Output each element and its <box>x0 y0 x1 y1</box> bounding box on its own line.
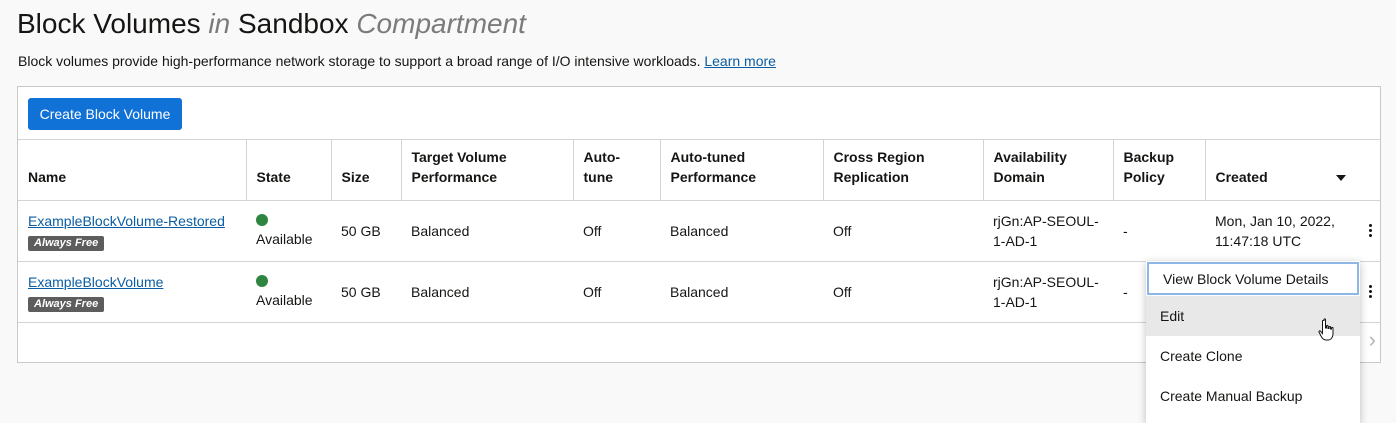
cell-name: ExampleBlockVolume-Restored Always Free <box>18 200 246 262</box>
table-header-row: Name State Size Target Volume Performanc… <box>18 139 1380 201</box>
menu-item-create-manual-backup[interactable]: Create Manual Backup <box>1146 376 1360 416</box>
hand-pointer-icon <box>1318 318 1334 341</box>
cell-state: Available <box>246 261 331 323</box>
row-actions-kebab-icon[interactable] <box>1360 218 1380 242</box>
cell-target-performance: Balanced <box>401 200 573 262</box>
cell-auto-tuned-performance: Balanced <box>660 261 823 323</box>
menu-item-view-details[interactable]: View Block Volume Details <box>1147 262 1359 295</box>
available-status-icon <box>256 213 268 226</box>
column-header-created[interactable]: Created <box>1205 139 1380 201</box>
cell-availability-domain: rjGn:AP-SEOUL-1-AD-1 <box>983 200 1113 262</box>
page-title: Block Volumes in Sandbox Compartment <box>17 8 526 40</box>
always-free-badge: Always Free <box>28 297 105 312</box>
state-label: Available <box>256 291 313 308</box>
cell-auto-tuned-performance: Balanced <box>660 200 823 262</box>
next-page-chevron-icon[interactable]: › <box>1369 327 1376 353</box>
always-free-badge: Always Free <box>28 236 105 251</box>
cell-size: 50 GB <box>331 200 401 262</box>
description-text: Block volumes provide high-performance n… <box>18 53 701 69</box>
title-in: in <box>208 8 231 39</box>
column-header-created-label: Created <box>1215 169 1268 185</box>
title-main: Block Volumes <box>17 8 201 39</box>
state-label: Available <box>256 230 313 247</box>
column-header-name: Name <box>18 139 247 201</box>
column-header-cross-region-replication: Cross Region Replication <box>823 139 984 201</box>
cell-target-performance: Balanced <box>401 261 573 323</box>
row-actions-kebab-icon[interactable] <box>1360 279 1380 303</box>
sort-descending-icon[interactable] <box>1335 175 1346 182</box>
column-header-auto-tuned-performance: Auto-tuned Performance <box>660 139 824 201</box>
column-header-availability-domain: Availability Domain <box>983 139 1114 201</box>
cell-availability-domain: rjGn:AP-SEOUL-1-AD-1 <box>983 261 1113 323</box>
create-block-volume-button[interactable]: Create Block Volume <box>28 98 182 130</box>
column-header-state: State <box>246 139 332 201</box>
cell-created: Mon, Jan 10, 2022, 11:47:18 UTC <box>1205 200 1380 262</box>
available-status-icon <box>256 274 268 287</box>
cell-auto-tune: Off <box>573 200 660 262</box>
cell-backup-policy: - <box>1113 200 1205 262</box>
column-header-backup-policy: Backup Policy <box>1113 139 1206 201</box>
cell-replication: Off <box>823 261 983 323</box>
row-actions-menu: View Block Volume Details Edit Create Cl… <box>1146 261 1360 423</box>
cell-name: ExampleBlockVolume Always Free <box>18 261 246 323</box>
cell-size: 50 GB <box>331 261 401 323</box>
cell-replication: Off <box>823 200 983 262</box>
table-row: ExampleBlockVolume-Restored Always Free … <box>18 200 1380 262</box>
cell-auto-tune: Off <box>573 261 660 323</box>
column-header-target-volume-performance: Target Volume Performance <box>401 139 574 201</box>
menu-item-create-clone[interactable]: Create Clone <box>1146 336 1360 376</box>
title-compartment: Sandbox <box>238 8 349 39</box>
volume-name-link[interactable]: ExampleBlockVolume-Restored <box>28 211 236 231</box>
column-header-auto-tune: Auto-tune <box>573 139 661 201</box>
column-header-size: Size <box>331 139 402 201</box>
page-description: Block volumes provide high-performance n… <box>18 53 776 69</box>
learn-more-link[interactable]: Learn more <box>704 53 776 69</box>
volume-name-link[interactable]: ExampleBlockVolume <box>28 272 236 292</box>
title-suffix: Compartment <box>356 8 526 39</box>
cell-state: Available <box>246 200 331 262</box>
